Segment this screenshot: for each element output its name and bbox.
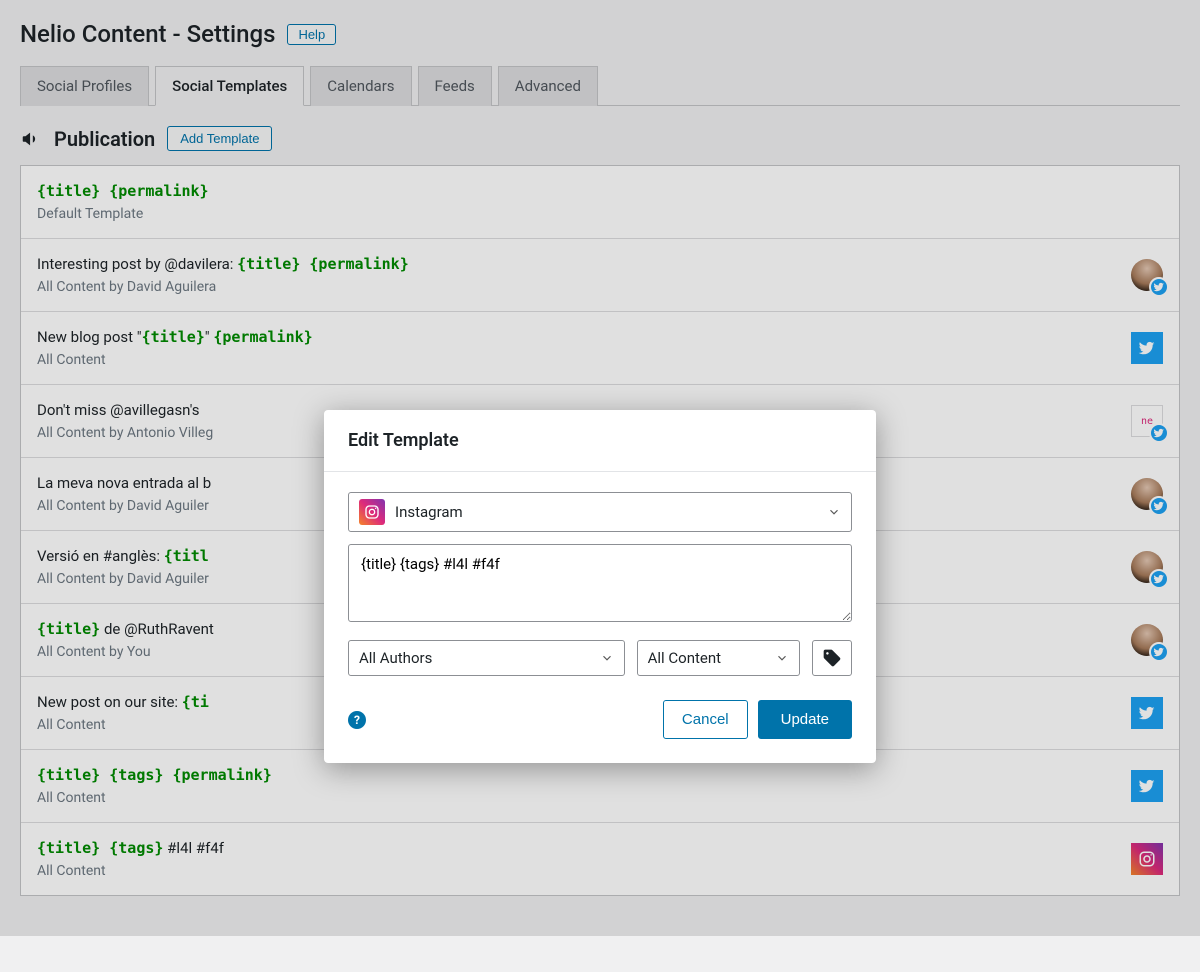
platform-name: Instagram	[395, 503, 817, 521]
modal-filters-row: All Authors All Content	[348, 640, 852, 676]
update-button[interactable]: Update	[758, 700, 852, 739]
instagram-icon	[359, 499, 385, 525]
content-select[interactable]: All Content	[637, 640, 800, 676]
modal-body: Instagram All Authors All Content	[324, 472, 876, 684]
edit-template-modal: Edit Template Instagram All Authors All …	[324, 410, 876, 763]
tag-icon	[822, 648, 842, 668]
platform-select[interactable]: Instagram	[348, 492, 852, 532]
tag-button[interactable]	[812, 640, 852, 676]
modal-footer: ? Cancel Update	[324, 684, 876, 763]
help-icon[interactable]: ?	[348, 711, 366, 729]
authors-select[interactable]: All Authors	[348, 640, 625, 676]
modal-header: Edit Template	[324, 410, 876, 472]
chevron-down-icon	[600, 651, 614, 665]
modal-title: Edit Template	[348, 430, 852, 451]
chevron-down-icon	[775, 651, 789, 665]
chevron-down-icon	[827, 505, 841, 519]
cancel-button[interactable]: Cancel	[663, 700, 748, 739]
template-content-input[interactable]	[348, 544, 852, 622]
